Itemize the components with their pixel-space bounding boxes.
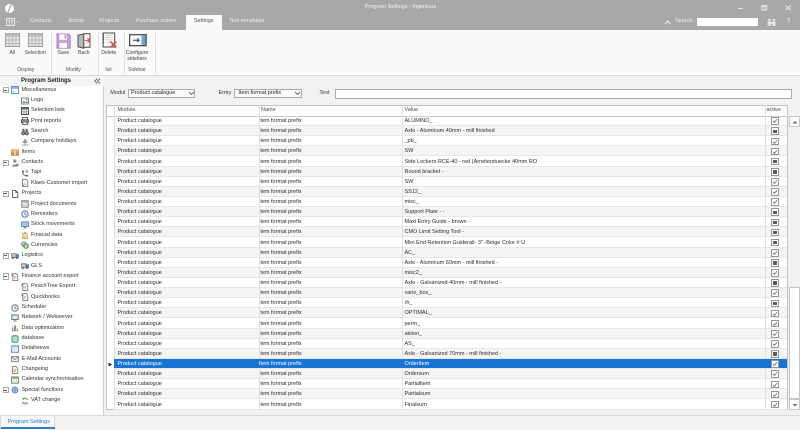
- svg-text:$: $: [25, 245, 27, 249]
